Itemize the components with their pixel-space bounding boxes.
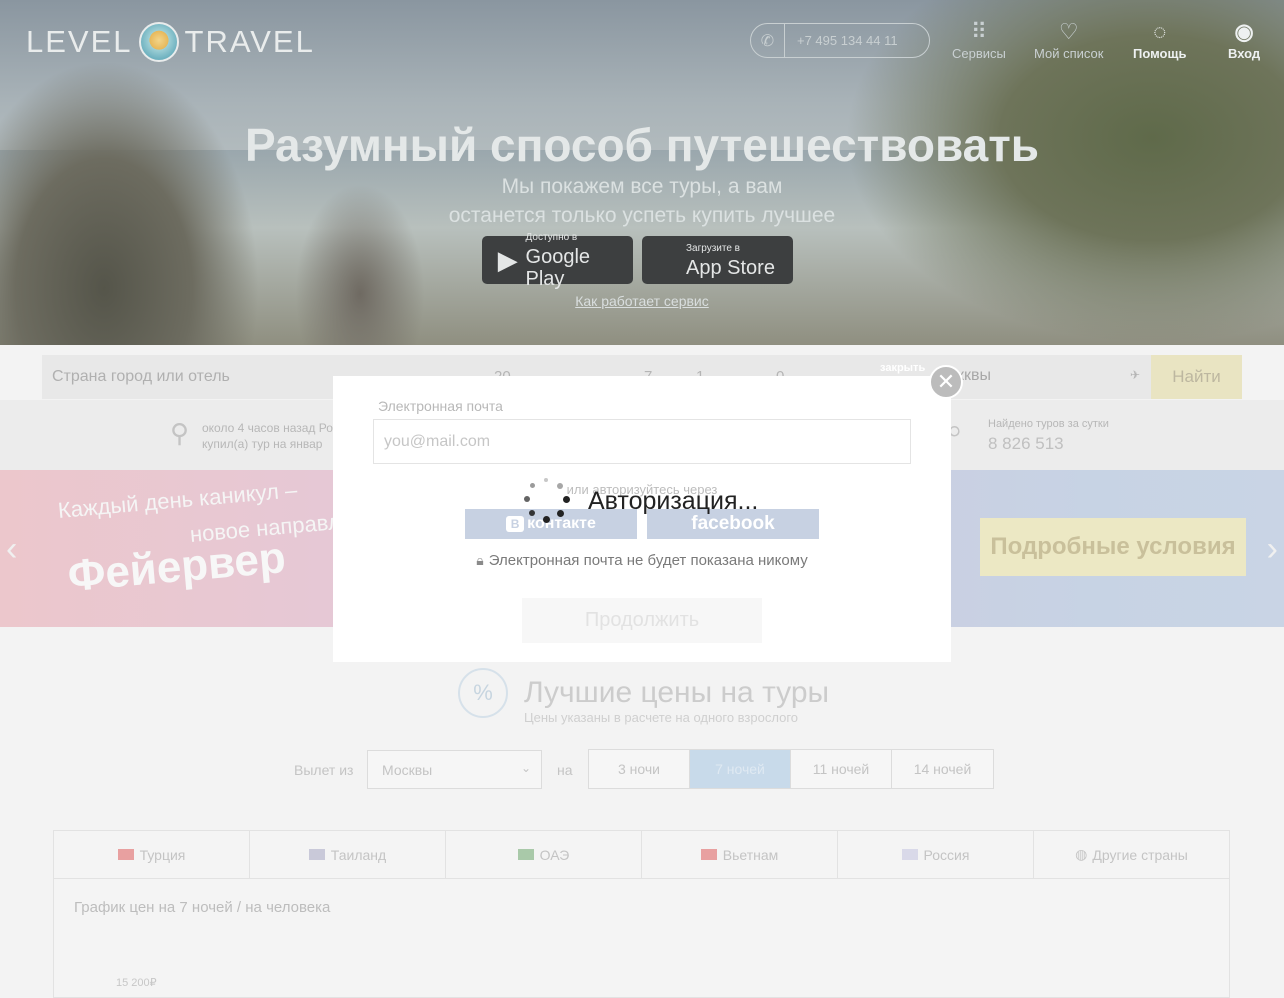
vk-icon: В	[506, 516, 525, 532]
auth-loading-text: Авторизация...	[588, 486, 759, 515]
privacy-text: Электронная почта не будет показана нико…	[488, 552, 808, 569]
auth-loading-indicator: Авторизация...	[524, 478, 758, 524]
privacy-note: 🔒︎ Электронная почта не будет показана н…	[333, 552, 951, 569]
lock-icon: 🔒︎	[476, 552, 484, 568]
continue-button[interactable]: Продолжить	[522, 598, 762, 643]
close-label[interactable]: закрыть	[880, 362, 925, 374]
close-icon[interactable]: ✕	[929, 365, 963, 399]
email-label: Электронная почта	[378, 398, 503, 414]
spinner-icon	[524, 478, 570, 524]
email-field[interactable]	[373, 419, 911, 464]
